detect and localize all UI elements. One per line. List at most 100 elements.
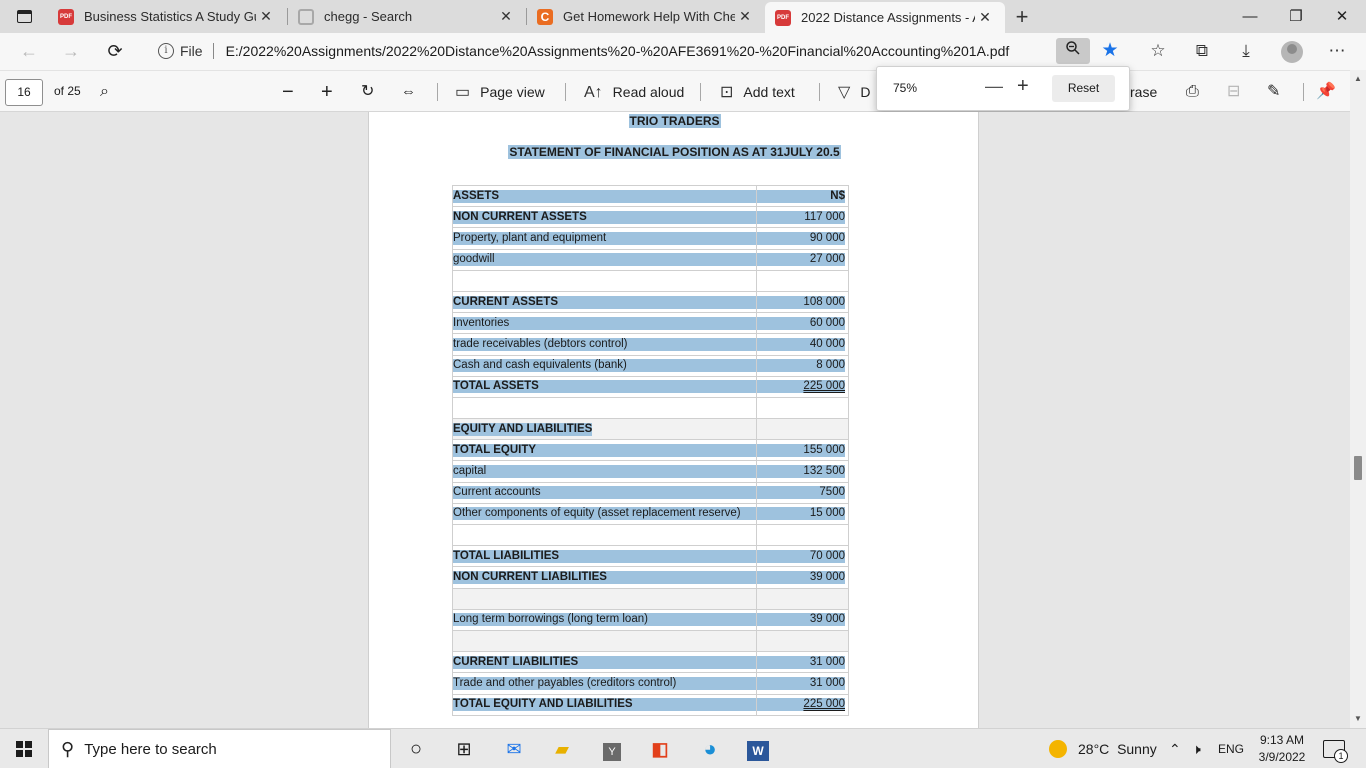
- zoom-reset-button[interactable]: Reset: [1052, 75, 1115, 102]
- page-number-input[interactable]: 16: [5, 79, 43, 106]
- tab-actions-button[interactable]: [0, 0, 48, 33]
- profile-avatar[interactable]: [1281, 41, 1303, 63]
- zoom-magnifier-icon: [1066, 41, 1080, 55]
- page-view-label: Page view: [480, 84, 545, 100]
- row-label-cell: NON CURRENT ASSETS: [451, 206, 758, 229]
- close-icon[interactable]: ✕: [975, 9, 995, 26]
- save-as-icon[interactable]: ✎: [1267, 80, 1280, 104]
- table-row: CURRENT ASSETS 108 000: [451, 290, 849, 314]
- more-menu-icon[interactable]: ⋯: [1322, 38, 1352, 64]
- info-icon[interactable]: i: [158, 43, 174, 59]
- company-name: TRIO TRADERS: [369, 114, 980, 128]
- table-row: TOTAL ASSETS 225 000: [451, 375, 849, 398]
- fit-width-icon[interactable]: ⇔: [401, 80, 416, 104]
- favorite-star-icon[interactable]: ★: [1096, 38, 1124, 64]
- financial-position-table: ASSETS N$ NON CURRENT ASSETS 117 000 Propert…: [451, 184, 849, 716]
- row-label-cell: TOTAL EQUITY AND LIABILITIES: [451, 693, 758, 716]
- windows-start-icon[interactable]: [16, 741, 32, 757]
- word-icon[interactable]: W: [744, 735, 772, 763]
- scroll-thumb[interactable]: [1354, 456, 1362, 480]
- zoom-plus-button[interactable]: +: [1017, 75, 1029, 98]
- row-label-cell: Property, plant and equipment: [451, 227, 758, 250]
- refresh-button[interactable]: ⟳: [100, 37, 130, 65]
- taskbar-search-placeholder: Type here to search: [84, 740, 217, 758]
- zoom-in-plus-icon[interactable]: +: [321, 80, 333, 104]
- table-row: TOTAL EQUITY AND LIABILITIES 225 000: [451, 693, 849, 716]
- tab-title: Get Homework Help With Chegg: [563, 9, 735, 24]
- row-label-cell: [451, 629, 758, 653]
- close-icon[interactable]: ✕: [496, 8, 516, 25]
- row-label: Current accounts: [453, 486, 757, 500]
- taskbar-search[interactable]: ⚲ Type here to search: [48, 729, 391, 768]
- zoom-out-minus-icon[interactable]: −: [282, 80, 294, 104]
- file-explorer-icon[interactable]: ▰: [548, 735, 576, 763]
- page-view-icon: ▭: [455, 84, 471, 101]
- zoom-level: 75%: [893, 81, 918, 95]
- cortana-icon[interactable]: ○: [402, 735, 430, 763]
- table-row: Trade and other payables (creditors cont…: [451, 672, 849, 695]
- language-indicator[interactable]: ENG: [1218, 742, 1244, 756]
- downloads-icon[interactable]: ⤓: [1231, 38, 1261, 64]
- erase-label[interactable]: rase: [1130, 80, 1157, 104]
- save-icon[interactable]: ⊟: [1227, 80, 1240, 104]
- app-y-icon[interactable]: Y: [598, 735, 626, 763]
- collections-icon[interactable]: ⧉: [1187, 38, 1217, 64]
- close-icon[interactable]: ✕: [735, 8, 755, 25]
- print-icon[interactable]: ⎙: [1186, 80, 1199, 104]
- address-bar: ← → ⟳ i File E:/2022%20Assignments/2022%…: [0, 33, 1366, 70]
- favorites-icon[interactable]: ☆: [1143, 38, 1173, 64]
- office-icon[interactable]: ◧: [646, 735, 674, 763]
- edge-browser-icon[interactable]: ◕: [696, 735, 724, 763]
- row-label-cell: goodwill: [451, 248, 758, 271]
- read-aloud-button[interactable]: A↑ Read aloud: [584, 80, 684, 104]
- minimize-button[interactable]: —: [1227, 0, 1273, 33]
- table-row: NON CURRENT ASSETS 117 000: [451, 206, 849, 229]
- row-label-cell: ASSETS: [451, 184, 758, 208]
- add-text-label: Add text: [743, 84, 795, 100]
- zoom-minus-button[interactable]: —: [985, 76, 1003, 97]
- add-text-button[interactable]: ⊡ Add text: [720, 80, 795, 104]
- tab-business-statistics[interactable]: Business Statistics A Study Guide ✕: [48, 0, 286, 33]
- find-search-icon[interactable]: ⌕: [100, 80, 109, 104]
- row-value: 7500: [757, 486, 845, 500]
- close-window-button[interactable]: ✕: [1319, 0, 1365, 33]
- vertical-scrollbar[interactable]: ▲ ▼: [1350, 70, 1366, 728]
- mail-icon[interactable]: ✉: [500, 735, 528, 763]
- forward-button[interactable]: →: [56, 37, 86, 65]
- tab-distance-assignments[interactable]: 2022 Distance Assignments - AFE ✕: [765, 2, 1005, 33]
- row-label-cell: CURRENT LIABILITIES: [451, 651, 758, 674]
- weather-widget[interactable]: 28°C Sunny: [1078, 741, 1157, 757]
- restore-button[interactable]: ❐: [1273, 0, 1319, 33]
- pin-icon[interactable]: 📌: [1316, 80, 1336, 104]
- row-label: trade receivables (debtors control): [453, 337, 757, 351]
- url-text[interactable]: E:/2022%20Assignments/2022%20Distance%20…: [226, 43, 1010, 59]
- row-value-cell: 31 000: [756, 672, 849, 695]
- rotate-icon[interactable]: ↻: [361, 80, 374, 104]
- search-icon: [298, 8, 314, 25]
- row-value: 108 000: [757, 295, 845, 309]
- scroll-up-arrow-icon[interactable]: ▲: [1354, 74, 1362, 83]
- weather-sun-icon[interactable]: [1049, 740, 1067, 758]
- draw-button[interactable]: ▽ D: [838, 80, 870, 104]
- row-value-cell: [756, 629, 849, 653]
- tab-chegg-search[interactable]: chegg - Search ✕: [288, 0, 526, 33]
- back-button[interactable]: ←: [14, 37, 44, 65]
- zoom-out-icon[interactable]: [1056, 38, 1090, 64]
- task-view-icon[interactable]: ⊞: [450, 735, 478, 763]
- pdf-viewer[interactable]: TRIO TRADERS STATEMENT OF FINANCIAL POSI…: [0, 112, 1366, 728]
- clock[interactable]: 9:13 AM 3/9/2022: [1252, 732, 1312, 766]
- tray-chevron-icon[interactable]: ⌃: [1169, 741, 1181, 758]
- scroll-down-arrow-icon[interactable]: ▼: [1354, 714, 1362, 723]
- row-label: Inventories: [453, 316, 757, 330]
- row-value-cell: 39 000: [756, 566, 849, 589]
- volume-muted-icon[interactable]: 🕨: [1192, 741, 1201, 758]
- close-icon[interactable]: ✕: [256, 8, 276, 25]
- tab-chegg-homework[interactable]: C Get Homework Help With Chegg ✕: [527, 0, 765, 33]
- table-row: Other components of equity (asset replac…: [451, 502, 849, 526]
- page-view-button[interactable]: ▭ Page view: [455, 80, 545, 104]
- table-row: Cash and cash equivalents (bank) 8 000: [451, 354, 849, 377]
- new-tab-button[interactable]: +: [1010, 0, 1034, 33]
- table-row: Inventories 60 000: [451, 312, 849, 335]
- row-value-cell: 132 500: [756, 460, 849, 483]
- url-field[interactable]: i File E:/2022%20Assignments/2022%20Dist…: [146, 37, 1046, 65]
